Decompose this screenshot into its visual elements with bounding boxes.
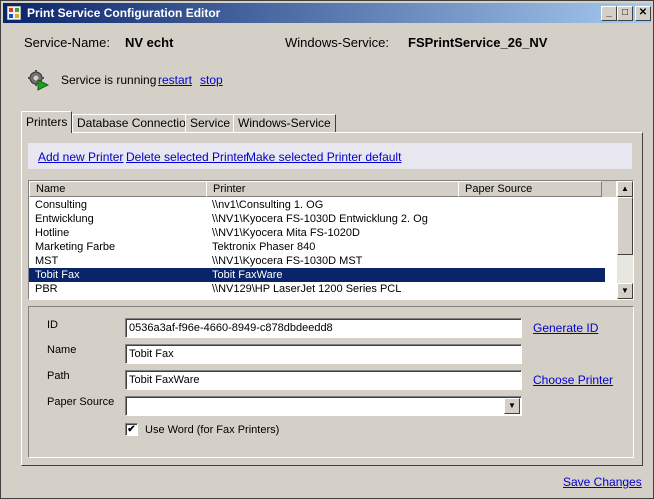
printer-list-header: Name Printer Paper Source	[29, 181, 616, 197]
printer-path-cell: Tobit FaxWare	[212, 269, 283, 281]
path-label: Path	[47, 370, 70, 382]
tab-database-connection[interactable]: Database Connection	[72, 114, 198, 134]
printer-name-cell: Marketing Farbe	[35, 241, 116, 253]
table-row[interactable]: Entwicklung \\NV1\Kyocera FS-1030D Entwi…	[29, 212, 605, 226]
printer-name-cell: Consulting	[35, 199, 87, 211]
service-name-label: Service-Name:	[24, 35, 110, 50]
title-bar[interactable]: Print Service Configuration Editor _ □ ✕	[3, 3, 651, 23]
printer-path-cell: \\NV1\Kyocera FS-1030D MST	[212, 255, 363, 267]
table-row[interactable]: MST \\NV1\Kyocera FS-1030D MST	[29, 254, 605, 268]
printer-path-cell: \\NV1\Kyocera FS-1030D Entwicklung 2. Og	[212, 213, 428, 225]
app-icon	[7, 6, 21, 20]
minimize-button[interactable]: _	[601, 6, 617, 21]
maximize-button[interactable]: □	[617, 6, 633, 21]
windows-service-label: Windows-Service:	[285, 35, 390, 50]
printer-name-cell: MST	[35, 255, 59, 267]
use-word-checkbox[interactable]: ✔	[125, 423, 138, 436]
scroll-down-arrow-icon[interactable]: ▼	[617, 283, 633, 299]
gear-play-icon	[28, 70, 49, 91]
tab-service[interactable]: Service	[185, 114, 236, 134]
add-printer-link[interactable]: Add new Printer	[38, 150, 123, 164]
column-header-paper-source[interactable]: Paper Source	[458, 181, 602, 197]
table-row-selected[interactable]: Tobit Fax Tobit FaxWare	[29, 268, 605, 282]
paper-source-label: Paper Source	[47, 396, 115, 408]
table-row[interactable]: Marketing Farbe Tektronix Phaser 840	[29, 240, 605, 254]
table-row[interactable]: Consulting \\nv1\Consulting 1. OG	[29, 198, 605, 212]
printer-list[interactable]: Name Printer Paper Source Consulting \\n…	[28, 180, 634, 300]
table-row[interactable]: Hotline \\NV1\Kyocera Mita FS-1020D	[29, 226, 605, 240]
generate-id-link[interactable]: Generate ID	[533, 321, 598, 335]
printer-name-cell: Hotline	[35, 227, 70, 239]
printer-details-group: ID 0536a3af-f96e-4660-8949-c878dbdeedd8 …	[28, 306, 634, 458]
printer-path-cell: \\NV129\HP LaserJet 1200 Series PCL	[212, 283, 402, 295]
printer-path-cell: Tektronix Phaser 840	[212, 241, 316, 253]
printer-list-scrollbar[interactable]: ▲ ▼	[617, 181, 633, 299]
printer-toolbar: Add new Printer Delete selected Printer …	[28, 143, 632, 169]
name-field[interactable]: Tobit Fax	[125, 344, 522, 364]
printers-tab-panel: Add new Printer Delete selected Printer …	[21, 132, 643, 466]
scroll-up-arrow-icon[interactable]: ▲	[617, 181, 633, 197]
restart-link[interactable]: restart	[158, 73, 192, 87]
main-window: Print Service Configuration Editor _ □ ✕…	[0, 0, 654, 499]
delete-printer-link[interactable]: Delete selected Printer	[126, 150, 247, 164]
tab-printers[interactable]: Printers	[21, 111, 73, 133]
printer-path-cell: \\nv1\Consulting 1. OG	[212, 199, 324, 211]
stop-link[interactable]: stop	[200, 73, 223, 87]
paper-source-dropdown[interactable]: ▼	[125, 396, 522, 416]
id-field[interactable]: 0536a3af-f96e-4660-8949-c878dbdeedd8	[125, 318, 522, 338]
windows-service-value: FSPrintService_26_NV	[408, 35, 548, 50]
make-default-printer-link[interactable]: Make selected Printer default	[246, 150, 401, 164]
column-header-name[interactable]: Name	[29, 181, 207, 197]
table-row[interactable]: PBR \\NV129\HP LaserJet 1200 Series PCL	[29, 282, 605, 296]
choose-printer-link[interactable]: Choose Printer	[533, 373, 613, 387]
window-title: Print Service Configuration Editor	[27, 6, 221, 20]
printer-name-cell: Tobit Fax	[35, 269, 80, 281]
tab-windows-service[interactable]: Windows-Service	[233, 114, 336, 134]
printer-path-cell: \\NV1\Kyocera Mita FS-1020D	[212, 227, 360, 239]
service-status-text: Service is running	[61, 73, 157, 87]
save-changes-link[interactable]: Save Changes	[563, 475, 642, 489]
id-label: ID	[47, 319, 58, 331]
use-word-label: Use Word (for Fax Printers)	[145, 424, 280, 436]
path-field[interactable]: Tobit FaxWare	[125, 370, 522, 390]
close-button[interactable]: ✕	[635, 6, 651, 21]
column-header-printer[interactable]: Printer	[206, 181, 459, 197]
name-label: Name	[47, 344, 77, 356]
printer-name-cell: PBR	[35, 283, 58, 295]
scroll-thumb[interactable]	[617, 197, 633, 255]
printer-name-cell: Entwicklung	[35, 213, 94, 225]
service-name-value: NV echt	[125, 35, 174, 50]
chevron-down-icon[interactable]: ▼	[504, 398, 520, 414]
